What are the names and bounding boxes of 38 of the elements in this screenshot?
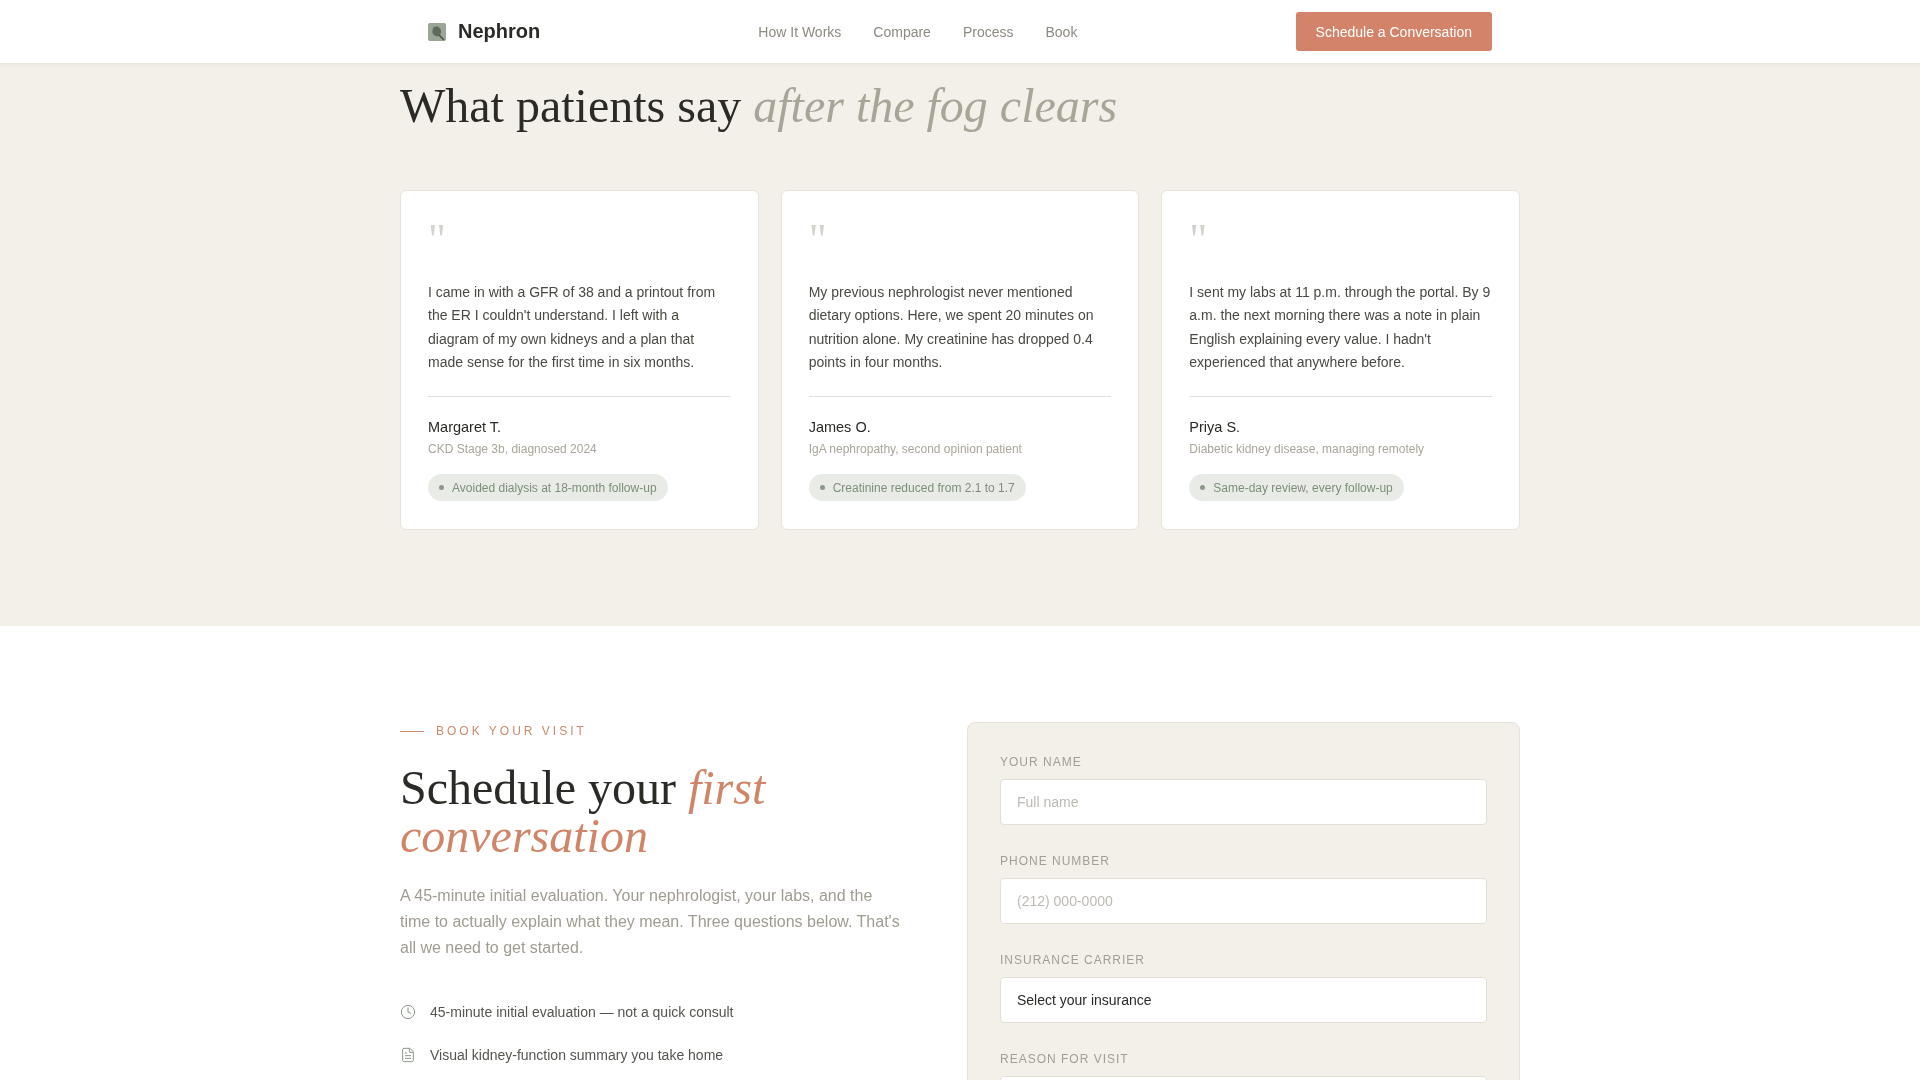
schedule-button[interactable]: Schedule a Conversation [1295, 12, 1492, 51]
patient-detail: Diabetic kidney disease, managing remotely [1189, 441, 1426, 458]
dot-icon [1200, 485, 1206, 491]
intro-text: A 45-minute initial evaluation. Your nephrologist, your labs, and the time to actually explain what they mean. Three questions below. That's all we need to get started. [400, 886, 901, 959]
quote-text: I sent my labs at 11 p.m. through the portal. By 9 a.m. the next morning there was a note in plain English explaining every value. I hadn't experienced that anywhere before. [1189, 283, 1492, 372]
quote-mark: " [808, 218, 827, 262]
dot-icon [439, 485, 444, 491]
feature-text: Visual kidney-function summary you take home [430, 1047, 724, 1064]
text-input[interactable]: Full name [1000, 779, 1487, 826]
quote-mark: " [428, 218, 446, 262]
brand-name: Nephron [458, 20, 541, 43]
dot-icon [819, 485, 825, 491]
section-title: What patients say after the fog clears [400, 78, 1119, 134]
outcome-text: Same-day review, every follow-up [1213, 480, 1393, 495]
insurance-select[interactable]: Select your insurance [1000, 977, 1487, 1024]
quote-text: I came in with a GFR of 38 and a printout from the ER I couldn't understand. I left with a diagram of my own kidneys and a plan that made sense for the first time in six months. [428, 283, 717, 372]
outcome-text: Creatinine reduced from 2.1 to 1.7 [832, 480, 1015, 495]
field-label: YOUR NAME [1000, 754, 1083, 771]
patient-name: Margaret T. [428, 418, 503, 438]
field-label: PHONE NUMBER [1000, 853, 1111, 870]
logo-icon [428, 22, 446, 41]
field-label: INSURANCE CARRIER [1000, 952, 1146, 969]
nav-link[interactable]: Book [1045, 23, 1078, 40]
patient-name: Priya S. [1189, 418, 1242, 438]
patient-name: James O. [808, 418, 872, 438]
eyebrow-text: BOOK YOUR VISIT [436, 724, 587, 739]
patient-detail: IgA nephropathy, second opinion patient [808, 441, 1023, 458]
quote-mark: " [1189, 218, 1208, 262]
patient-detail: CKD Stage 3b, diagnosed 2024 [428, 441, 598, 458]
nav-link[interactable]: Compare [873, 23, 931, 40]
booking-title: Schedule your first conversation [400, 764, 768, 861]
outcome-text: Avoided dialysis at 18-month follow-up [452, 480, 657, 495]
nav-link[interactable]: Process [962, 23, 1014, 40]
text-input[interactable]: (212) 000-0000 [1000, 878, 1487, 925]
field-label: REASON FOR VISIT [1000, 1051, 1130, 1068]
quote-text: My previous nephrologist never mentioned dietary options. Here, we spent 20 minutes on nutrition alone. My creatinine has dropped 0.4 points in four months. [808, 283, 1095, 372]
feature-text: 45-minute initial evaluation — not a quick consult [430, 1004, 734, 1021]
nav-link[interactable]: How It Works [758, 23, 842, 40]
